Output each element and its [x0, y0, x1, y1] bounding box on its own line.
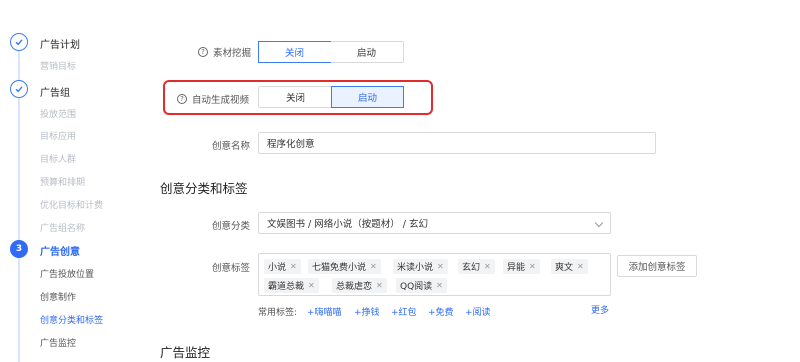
rail-connector — [18, 258, 20, 362]
tag-item[interactable]: 米读小说 ✕ — [393, 259, 448, 274]
category-label: 创意分类 — [212, 221, 251, 232]
sidebar-item-group-name[interactable]: 广告组名称 — [40, 221, 85, 234]
close-icon[interactable]: ✕ — [436, 281, 443, 290]
sidebar-item-budget[interactable]: 预算和排期 — [40, 175, 85, 188]
close-icon[interactable]: ✕ — [529, 262, 536, 271]
section-title-monitor: 广告监控 — [160, 345, 211, 360]
tag-item[interactable]: 霸道总裁 ✕ — [264, 278, 319, 293]
sidebar-item-creative-production[interactable]: 创意制作 — [40, 290, 76, 303]
material-mining-on[interactable]: 启动 — [330, 42, 403, 62]
check-icon — [10, 33, 28, 51]
question-icon[interactable]: ? — [177, 94, 187, 104]
common-tag[interactable]: +挣钱 — [354, 305, 380, 318]
creative-name-label: 创意名称 — [212, 141, 251, 152]
sidebar-item-category-tags[interactable]: 创意分类和标签 — [40, 313, 103, 326]
common-tag[interactable]: +免费 — [428, 305, 454, 318]
auto-video-on[interactable]: 启动 — [331, 86, 404, 108]
common-tag[interactable]: +红包 — [391, 305, 417, 318]
tag-input-box[interactable]: 小说 ✕ 七猫免费小说 ✕ 米读小说 ✕ 玄幻 ✕ 异能 ✕ 爽文 ✕ 霸道总裁 ✕ 总裁虐恋… — [258, 253, 611, 296]
chevron-down-icon — [594, 218, 604, 228]
close-icon[interactable]: ✕ — [290, 262, 297, 271]
step-ad-creative[interactable]: 广告创意 — [40, 243, 80, 258]
auto-video-label: ? 自动生成视频 — [177, 92, 249, 106]
tag-item[interactable]: 爽文 ✕ — [551, 259, 588, 274]
step-ad-group[interactable]: 广告组 — [40, 84, 70, 99]
tag-item[interactable]: 总裁虐恋 ✕ — [332, 278, 387, 293]
material-mining-toggle[interactable]: 关闭 启动 — [258, 41, 404, 63]
sidebar-item-optimization[interactable]: 优化目标和计费 — [40, 198, 103, 211]
close-icon[interactable]: ✕ — [308, 281, 315, 290]
close-icon[interactable]: ✕ — [370, 262, 377, 271]
sidebar-item-monitor[interactable]: 广告监控 — [40, 336, 76, 349]
sidebar-item-target-app[interactable]: 目标应用 — [40, 129, 76, 142]
auto-video-off[interactable]: 关闭 — [259, 87, 332, 107]
sidebar-item-marketing-goal[interactable]: 营销目标 — [40, 59, 76, 72]
tags-label: 创意标签 — [212, 263, 251, 274]
close-icon[interactable]: ✕ — [484, 262, 491, 271]
rail-connector — [18, 98, 20, 240]
close-icon[interactable]: ✕ — [577, 262, 584, 271]
check-icon — [10, 80, 28, 98]
material-mining-label: ? 素材挖掘 — [198, 45, 251, 59]
add-tag-button[interactable]: 添加创意标签 — [617, 255, 697, 277]
step-rail: 广告计划 营销目标 广告组 投放范围 目标应用 目标人群 预算和排期 优化目标和… — [0, 0, 140, 362]
material-mining-off[interactable]: 关闭 — [258, 41, 331, 63]
common-tag[interactable]: +嗨喵喵 — [307, 305, 342, 318]
step-number-badge: 3 — [10, 240, 28, 258]
sidebar-item-placement[interactable]: 广告投放位置 — [40, 267, 94, 280]
tag-item[interactable]: 玄幻 ✕ — [458, 259, 495, 274]
more-tags-link[interactable]: 更多 — [591, 303, 609, 316]
tag-item[interactable]: 小说 ✕ — [264, 259, 301, 274]
tag-item[interactable]: QQ阅读 ✕ — [396, 278, 447, 293]
creative-name-input[interactable]: 程序化创意 — [258, 132, 656, 154]
tag-item[interactable]: 异能 ✕ — [503, 259, 540, 274]
question-icon[interactable]: ? — [198, 47, 208, 57]
common-tag[interactable]: +阅读 — [465, 305, 491, 318]
close-icon[interactable]: ✕ — [437, 262, 444, 271]
sidebar-item-audience[interactable]: 目标人群 — [40, 152, 76, 165]
auto-video-toggle[interactable]: 关闭 启动 — [258, 86, 404, 108]
tag-item[interactable]: 七猫免费小说 ✕ — [308, 259, 381, 274]
close-icon[interactable]: ✕ — [376, 281, 383, 290]
section-title-category: 创意分类和标签 — [160, 181, 248, 196]
sidebar-item-scope[interactable]: 投放范围 — [40, 107, 76, 120]
common-tags-label: 常用标签: — [258, 308, 298, 318]
category-select[interactable]: 文娱图书 / 网络小说（按题材） / 玄幻 — [258, 212, 611, 234]
step-ad-plan[interactable]: 广告计划 — [40, 36, 80, 51]
rail-connector — [18, 51, 20, 81]
